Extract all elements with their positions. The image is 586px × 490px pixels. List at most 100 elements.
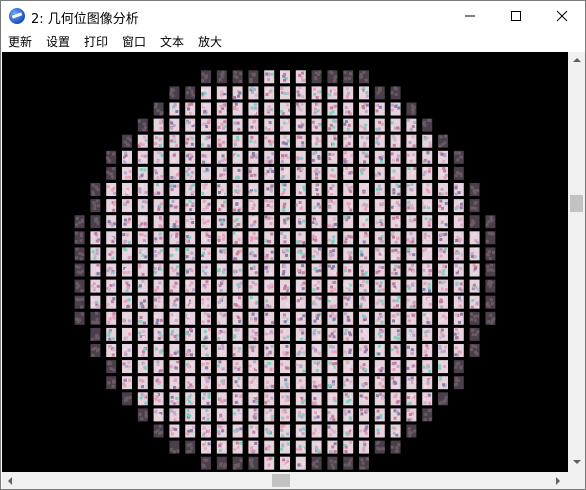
die-tile bbox=[169, 199, 180, 213]
die-tile bbox=[74, 295, 85, 309]
die-tile bbox=[122, 344, 132, 357]
scroll-left-icon[interactable] bbox=[8, 477, 12, 485]
die-tile bbox=[406, 102, 417, 116]
die-tile bbox=[185, 134, 196, 148]
die-tile bbox=[153, 376, 164, 390]
vertical-scroll-thumb[interactable] bbox=[570, 195, 583, 212]
die-tile bbox=[232, 199, 243, 213]
die-tile bbox=[280, 344, 290, 357]
close-button[interactable] bbox=[539, 1, 585, 31]
die-tile bbox=[216, 327, 227, 341]
die-tile bbox=[359, 295, 369, 309]
title-bar[interactable]: 2: 几何位图像分析 bbox=[1, 1, 585, 31]
die-tile bbox=[232, 102, 243, 116]
image-canvas[interactable] bbox=[2, 52, 568, 472]
die-tile bbox=[453, 150, 464, 164]
die-tile bbox=[74, 215, 85, 229]
die-tile bbox=[295, 183, 306, 196]
die-tile bbox=[264, 118, 275, 132]
die-tile bbox=[201, 134, 211, 148]
die-tile bbox=[280, 440, 290, 454]
die-tile bbox=[122, 199, 132, 213]
die-tile bbox=[438, 279, 448, 293]
die-tile bbox=[343, 102, 354, 116]
die-tile bbox=[343, 344, 354, 357]
die-tile bbox=[469, 295, 480, 309]
die-tile bbox=[374, 311, 385, 325]
die-tile bbox=[232, 408, 243, 422]
die-tile bbox=[327, 231, 338, 245]
die-tile bbox=[137, 166, 148, 180]
die-tile bbox=[232, 183, 243, 196]
die-tile bbox=[264, 440, 275, 454]
die-tile bbox=[295, 344, 306, 357]
app-logo-icon bbox=[9, 8, 25, 24]
die-tile bbox=[406, 215, 417, 229]
die-tile bbox=[201, 215, 211, 229]
die-tile bbox=[201, 392, 211, 406]
die-tile bbox=[280, 408, 290, 422]
horizontal-scroll-thumb[interactable] bbox=[272, 474, 290, 487]
maximize-button[interactable] bbox=[493, 1, 539, 31]
die-tile bbox=[280, 134, 290, 148]
die-tile bbox=[469, 263, 480, 277]
die-tile bbox=[232, 311, 243, 325]
die-tile bbox=[90, 231, 101, 245]
die-tile bbox=[390, 150, 401, 164]
die-tile bbox=[295, 166, 306, 180]
die-tile bbox=[359, 263, 369, 277]
scroll-down-icon[interactable] bbox=[573, 460, 581, 464]
die-tile bbox=[469, 247, 480, 261]
scroll-right-icon[interactable] bbox=[556, 477, 560, 485]
die-tile bbox=[122, 215, 132, 229]
die-tile bbox=[485, 311, 496, 325]
die-tile bbox=[153, 392, 164, 406]
die-tile bbox=[248, 376, 259, 390]
die-tile bbox=[264, 134, 275, 148]
die-tile bbox=[137, 327, 148, 341]
die-tile bbox=[248, 263, 259, 277]
close-icon bbox=[556, 10, 568, 22]
die-tile bbox=[295, 376, 306, 390]
die-tile bbox=[216, 118, 227, 132]
die-tile bbox=[327, 134, 338, 148]
minimize-button[interactable] bbox=[447, 1, 493, 31]
die-tile bbox=[359, 215, 369, 229]
die-tile bbox=[264, 424, 275, 438]
vertical-scrollbar[interactable] bbox=[568, 52, 585, 472]
menu-print[interactable]: 打印 bbox=[84, 33, 108, 50]
die-tile bbox=[469, 215, 480, 229]
die-tile bbox=[153, 150, 164, 164]
die-tile bbox=[216, 263, 227, 277]
die-tile bbox=[201, 408, 211, 422]
die-tile bbox=[343, 70, 354, 84]
menu-update[interactable]: 更新 bbox=[8, 33, 32, 50]
die-tile bbox=[248, 327, 259, 341]
die-tile bbox=[406, 231, 417, 245]
die-tile bbox=[153, 311, 164, 325]
die-tile bbox=[422, 279, 433, 293]
die-tile bbox=[438, 311, 448, 325]
menu-text[interactable]: 文本 bbox=[160, 33, 184, 50]
menu-zoom[interactable]: 放大 bbox=[198, 33, 222, 50]
die-tile bbox=[137, 215, 148, 229]
scroll-up-icon[interactable] bbox=[573, 58, 581, 62]
die-tile bbox=[327, 118, 338, 132]
die-tile bbox=[216, 360, 227, 374]
die-tile bbox=[295, 86, 306, 100]
die-tile bbox=[169, 263, 180, 277]
die-tile bbox=[280, 183, 290, 196]
die-tile bbox=[232, 70, 243, 84]
die-tile bbox=[422, 199, 433, 213]
die-tile bbox=[169, 86, 180, 100]
die-tile bbox=[390, 118, 401, 132]
die-tile bbox=[406, 183, 417, 196]
die-tile bbox=[106, 231, 117, 245]
menu-settings[interactable]: 设置 bbox=[46, 33, 70, 50]
horizontal-scrollbar[interactable] bbox=[2, 472, 568, 489]
menu-window[interactable]: 窗口 bbox=[122, 33, 146, 50]
die-tile bbox=[327, 150, 338, 164]
die-tile bbox=[390, 279, 401, 293]
die-tile bbox=[485, 295, 496, 309]
die-tile bbox=[406, 327, 417, 341]
